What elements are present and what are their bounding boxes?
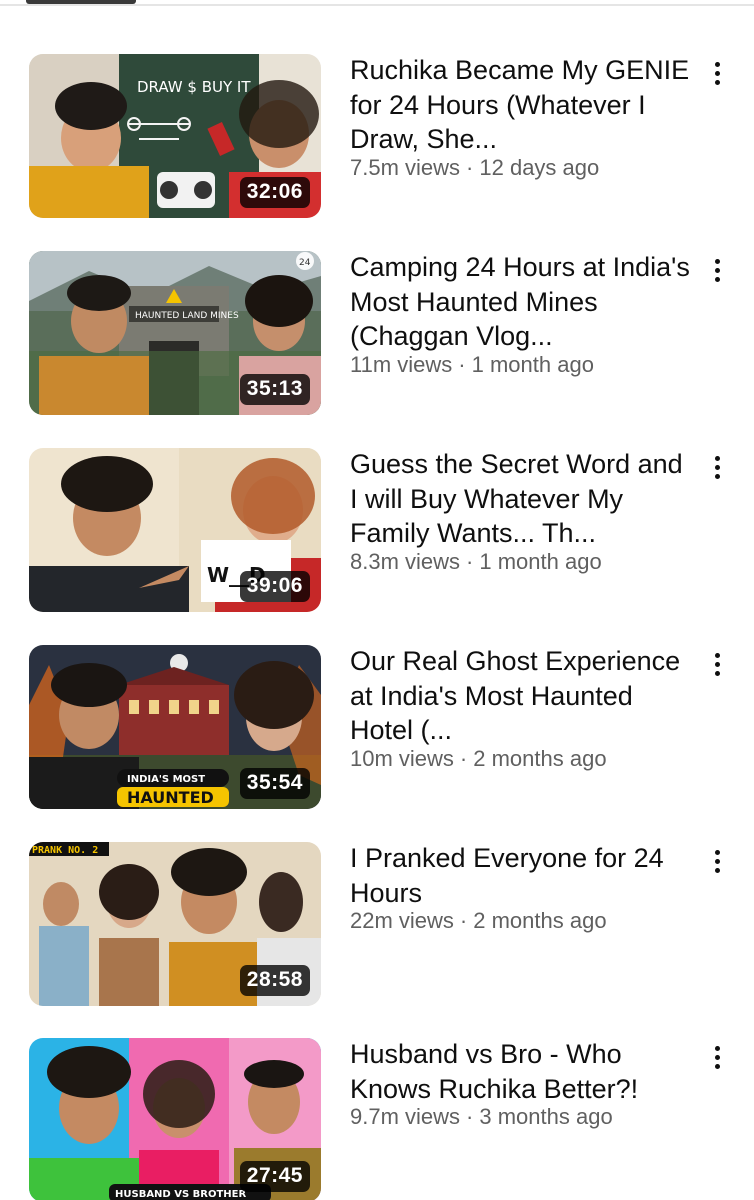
duration-badge: 32:06 xyxy=(239,177,310,208)
upload-age: 1 month ago xyxy=(479,548,602,574)
video-title[interactable]: Guess the Secret Word and I will Buy Wha… xyxy=(350,447,690,551)
video-thumbnail[interactable]: INDIA'S MOST HAUNTED 35:54 xyxy=(29,645,321,809)
video-meta: Ruchika Became My GENIE for 24 Hours (Wh… xyxy=(350,54,690,181)
separator: · xyxy=(466,548,474,574)
more-vertical-icon[interactable] xyxy=(702,58,732,88)
thumb-text: PRANK NO. 2 xyxy=(32,845,98,856)
video-thumbnail[interactable]: W__D 39:06 xyxy=(29,448,321,612)
view-count: 9.7m views xyxy=(350,1104,461,1129)
video-stats: 11m views · 1 month ago xyxy=(350,352,690,378)
video-thumbnail[interactable]: HUSBAND VS BROTHER 27:45 xyxy=(29,1038,321,1200)
separator: · xyxy=(466,154,474,180)
view-count: 7.5m views xyxy=(350,154,461,180)
video-title[interactable]: I Pranked Everyone for 24 Hours xyxy=(350,841,690,910)
duration-badge: 27:45 xyxy=(239,1161,310,1192)
video-title[interactable]: Husband vs Bro - Who Knows Ruchika Bette… xyxy=(350,1037,690,1106)
duration-badge: 28:58 xyxy=(239,965,310,996)
thumb-text-2: HAUNTED xyxy=(127,788,214,807)
duration-badge: 35:54 xyxy=(239,768,310,799)
video-title[interactable]: Camping 24 Hours at India's Most Haunted… xyxy=(350,250,690,354)
video-meta: Husband vs Bro - Who Knows Ruchika Bette… xyxy=(350,1038,690,1130)
video-title[interactable]: Ruchika Became My GENIE for 24 Hours (Wh… xyxy=(350,53,690,157)
thumb-text: HAUNTED LAND MINES xyxy=(135,311,239,321)
more-vertical-icon[interactable] xyxy=(702,452,732,482)
view-count: 11m views xyxy=(350,351,453,377)
upload-age: 2 months ago xyxy=(473,908,607,933)
video-meta: Camping 24 Hours at India's Most Haunted… xyxy=(350,251,690,378)
video-item[interactable]: DRAW $ BUY IT 32:06 Ruchika Became My GE… xyxy=(0,54,754,219)
more-vertical-icon[interactable] xyxy=(702,846,732,876)
more-vertical-icon[interactable] xyxy=(702,255,732,285)
separator: · xyxy=(458,351,466,377)
video-item[interactable]: W__D 39:06 Guess the Secret Word and I w… xyxy=(0,448,754,613)
video-meta: Our Real Ghost Experience at India's Mos… xyxy=(350,645,690,772)
video-title[interactable]: Our Real Ghost Experience at India's Mos… xyxy=(350,644,690,748)
video-meta: Guess the Secret Word and I will Buy Wha… xyxy=(350,448,690,575)
video-stats: 7.5m views · 12 days ago xyxy=(350,155,690,181)
separator: · xyxy=(459,745,468,771)
duration-badge: 39:06 xyxy=(239,571,310,602)
view-count: 10m views xyxy=(350,745,454,771)
thumb-text: INDIA'S MOST xyxy=(127,774,205,785)
video-thumbnail[interactable]: PRANK NO. 2 28:58 xyxy=(29,842,321,1006)
video-meta: I Pranked Everyone for 24 Hours 22m view… xyxy=(350,842,690,934)
more-vertical-icon[interactable] xyxy=(702,1042,732,1072)
video-stats: 22m views · 2 months ago xyxy=(350,908,690,934)
thumb-text: DRAW $ BUY IT xyxy=(137,78,251,96)
video-stats: 9.7m views · 3 months ago xyxy=(350,1104,690,1130)
separator: · xyxy=(459,908,468,933)
video-list: DRAW $ BUY IT 32:06 Ruchika Became My GE… xyxy=(0,0,754,1200)
video-stats: 8.3m views · 1 month ago xyxy=(350,549,690,575)
video-item[interactable]: INDIA'S MOST HAUNTED 35:54 Our Real Ghos… xyxy=(0,645,754,810)
video-stats: 10m views · 2 months ago xyxy=(350,746,690,772)
separator: · xyxy=(466,1104,474,1129)
video-item[interactable]: PRANK NO. 2 28:58 I Pranked Everyone for… xyxy=(0,842,754,1007)
video-item[interactable]: HAUNTED LAND MINES 24 35:13 Camping 24 H… xyxy=(0,251,754,416)
video-thumbnail[interactable]: HAUNTED LAND MINES 24 35:13 xyxy=(29,251,321,415)
duration-badge: 35:13 xyxy=(239,374,310,405)
view-count: 8.3m views xyxy=(350,548,461,574)
thumb-text-2: 24 xyxy=(299,258,311,268)
upload-age: 3 months ago xyxy=(479,1104,613,1129)
thumb-text: HUSBAND VS BROTHER xyxy=(115,1189,246,1200)
upload-age: 2 months ago xyxy=(473,745,607,771)
view-count: 22m views xyxy=(350,908,454,933)
upload-age: 1 month ago xyxy=(471,351,594,377)
video-item[interactable]: HUSBAND VS BROTHER 27:45 Husband vs Bro … xyxy=(0,1038,754,1200)
more-vertical-icon[interactable] xyxy=(702,649,732,679)
video-thumbnail[interactable]: DRAW $ BUY IT 32:06 xyxy=(29,54,321,218)
upload-age: 12 days ago xyxy=(479,154,600,180)
